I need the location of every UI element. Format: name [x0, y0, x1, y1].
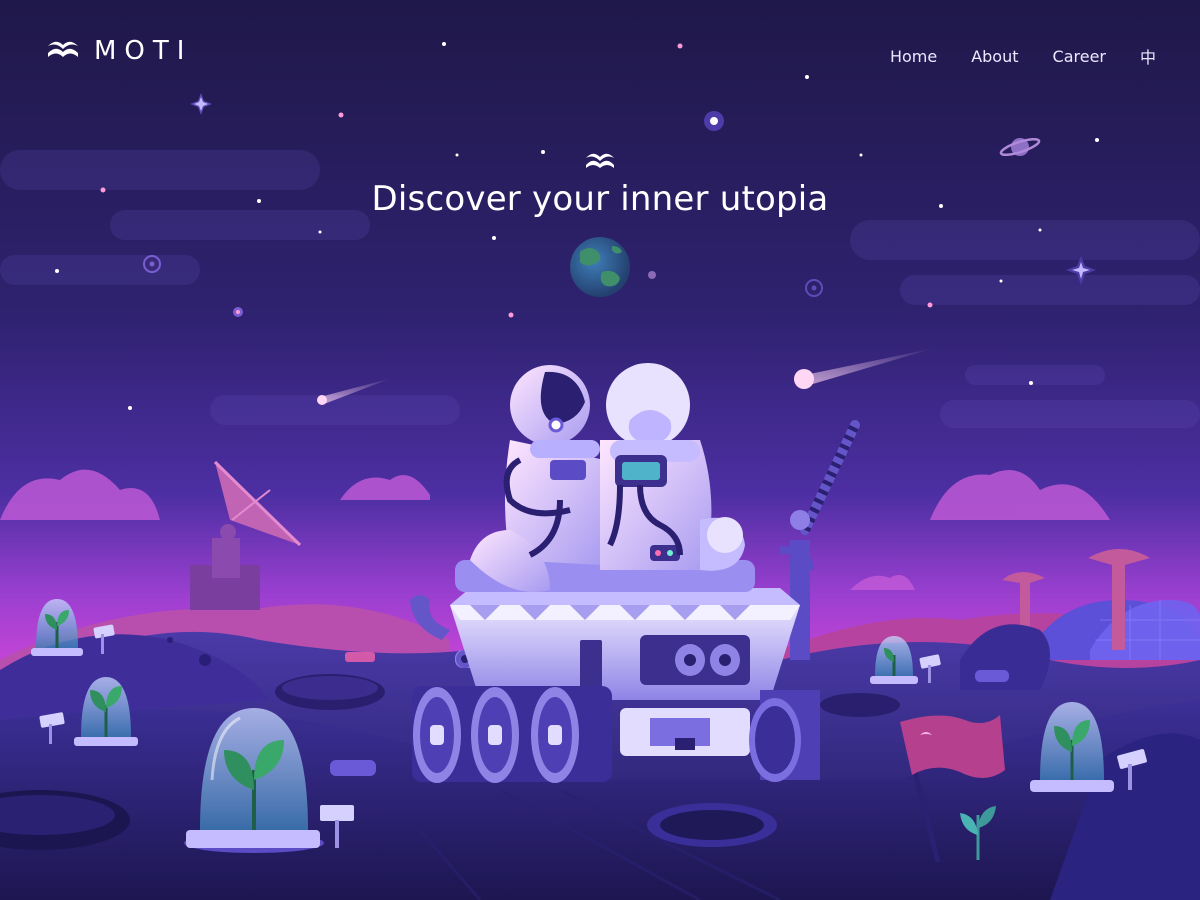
earth-planet: [570, 237, 630, 297]
site-header: MOTI Home About Career 中: [0, 0, 1200, 100]
open-book-wave-icon: [586, 153, 614, 168]
nav-home[interactable]: Home: [890, 47, 937, 66]
landing-page: MOTI Home About Career 中 Discover your i…: [0, 0, 1200, 900]
language-toggle[interactable]: 中: [1140, 44, 1156, 68]
main-nav: Home About Career 中: [856, 44, 1156, 68]
space-illustration: [0, 0, 1200, 900]
rover-wheels: [412, 686, 612, 783]
open-book-wave-icon: [48, 41, 78, 57]
nav-career[interactable]: Career: [1053, 47, 1106, 66]
hero-title: Discover your inner utopia: [371, 179, 829, 219]
brand-logo[interactable]: MOTI: [46, 36, 192, 66]
hero-section: Discover your inner utopia: [0, 145, 1200, 219]
nav-about[interactable]: About: [971, 47, 1018, 66]
brand-name: MOTI: [94, 36, 193, 66]
